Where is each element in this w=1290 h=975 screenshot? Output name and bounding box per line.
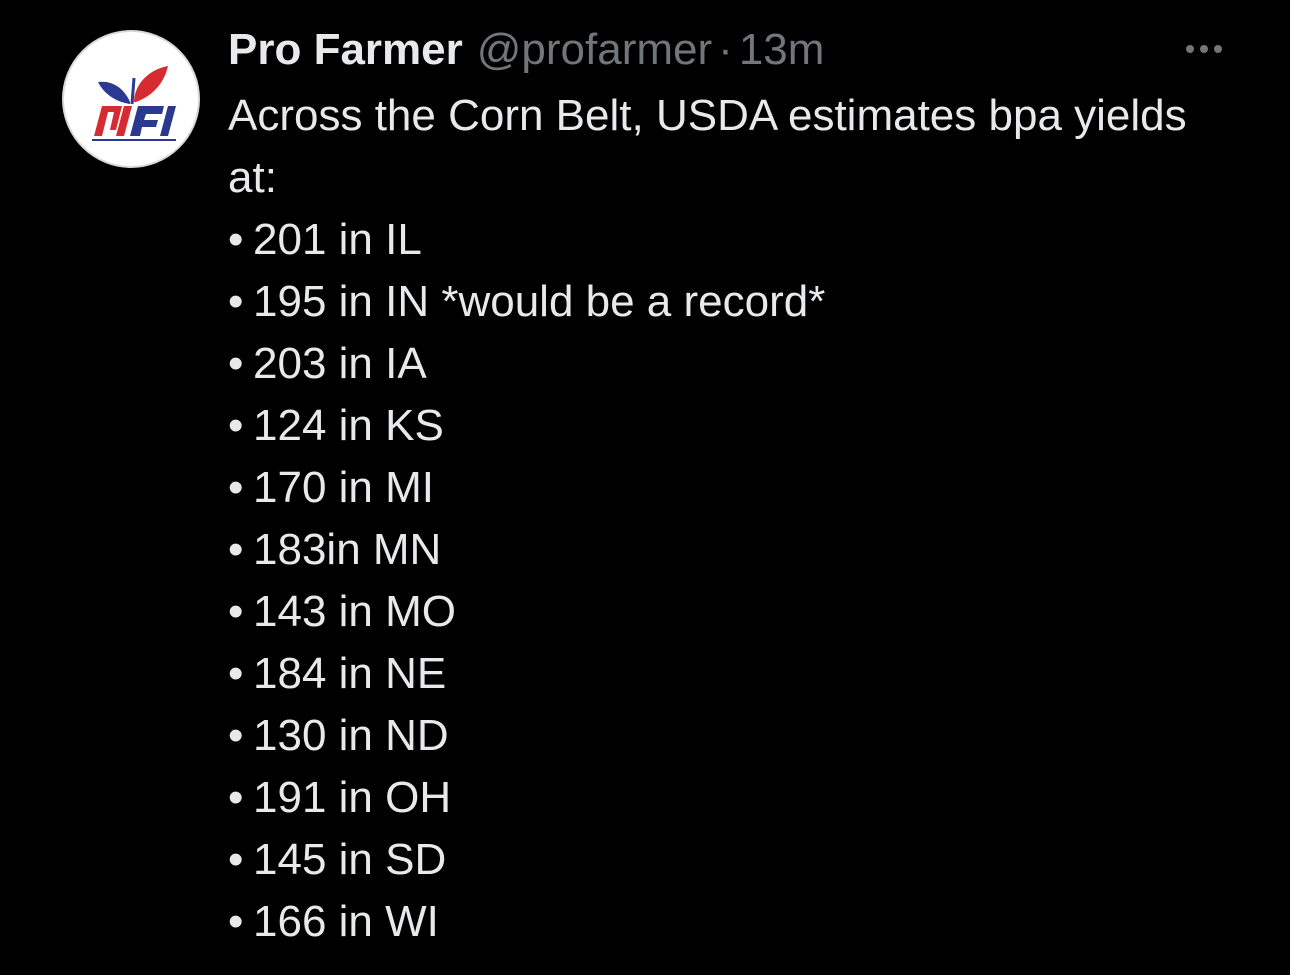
list-item-text: 195 in IN *would be a record* bbox=[253, 277, 826, 326]
bullet: • bbox=[228, 525, 244, 574]
header-separator: · bbox=[718, 25, 733, 74]
author-display-name[interactable]: Pro Farmer bbox=[228, 22, 463, 78]
list-item-text: 191 in OH bbox=[253, 773, 452, 822]
tweet-intro: Across the Corn Belt, USDA estimates bpa… bbox=[228, 91, 1187, 202]
list-item: • 183in MN bbox=[228, 519, 1188, 581]
list-item: • 145 in SD bbox=[228, 829, 1188, 891]
bullet: • bbox=[228, 649, 244, 698]
list-item: • 203 in IA bbox=[228, 333, 1188, 395]
more-horizontal-icon-dot bbox=[1186, 45, 1194, 53]
avatar[interactable] bbox=[62, 30, 200, 168]
pro-farmer-logo-icon bbox=[92, 66, 176, 141]
list-item: • 170 in MI bbox=[228, 457, 1188, 519]
list-item: • 184 in NE bbox=[228, 643, 1188, 705]
list-item-text: 184 in NE bbox=[253, 649, 447, 698]
bullet: • bbox=[228, 463, 244, 512]
list-item: • 195 in IN *would be a record* bbox=[228, 271, 1188, 333]
bullet: • bbox=[228, 277, 244, 326]
list-item: • 166 in WI bbox=[228, 891, 1188, 953]
list-item: • 191 in OH bbox=[228, 767, 1188, 829]
bullet: • bbox=[228, 587, 244, 636]
list-item-text: 145 in SD bbox=[253, 835, 447, 884]
list-item: • 143 in MO bbox=[228, 581, 1188, 643]
yield-list: • 201 in IL • 195 in IN *would be a record… bbox=[228, 209, 1188, 953]
author-handle[interactable]: @profarmer bbox=[477, 22, 712, 78]
list-item: • 124 in KS bbox=[228, 395, 1188, 457]
bullet: • bbox=[228, 401, 244, 450]
list-item-text: 124 in KS bbox=[253, 401, 444, 450]
bullet: • bbox=[228, 711, 244, 760]
tweet-text: Across the Corn Belt, USDA estimates bpa… bbox=[228, 85, 1188, 953]
list-item: • 130 in ND bbox=[228, 705, 1188, 767]
tweet[interactable]: Pro Farmer @profarmer · 13m Across the C… bbox=[0, 0, 1290, 975]
more-horizontal-icon-dot bbox=[1200, 45, 1208, 53]
list-item-text: 130 in ND bbox=[253, 711, 449, 760]
bullet: • bbox=[228, 339, 244, 388]
list-item-text: 203 in IA bbox=[253, 339, 427, 388]
more-horizontal-icon-dot bbox=[1214, 45, 1222, 53]
more-options-button[interactable] bbox=[1178, 34, 1230, 64]
list-item: • 201 in IL bbox=[228, 209, 1188, 271]
tweet-timestamp[interactable]: 13m bbox=[739, 22, 825, 78]
bullet: • bbox=[228, 897, 244, 946]
bullet: • bbox=[228, 835, 244, 884]
bullet: • bbox=[228, 773, 244, 822]
tweet-header: Pro Farmer @profarmer · 13m bbox=[228, 22, 824, 78]
bullet: • bbox=[228, 215, 244, 264]
list-item-text: 170 in MI bbox=[253, 463, 434, 512]
list-item-text: 183in MN bbox=[253, 525, 442, 574]
list-item-text: 166 in WI bbox=[253, 897, 439, 946]
list-item-text: 201 in IL bbox=[253, 215, 422, 264]
list-item-text: 143 in MO bbox=[253, 587, 456, 636]
